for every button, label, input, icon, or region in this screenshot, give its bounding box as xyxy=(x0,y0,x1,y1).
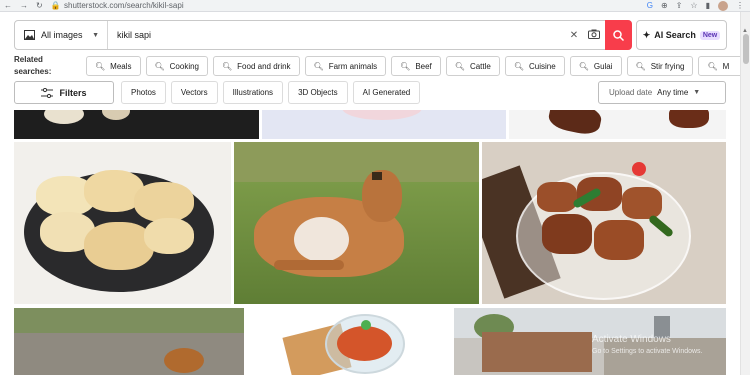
related-label-line2: searches: xyxy=(14,67,52,76)
ai-search-button[interactable]: ✦ AI Search New xyxy=(636,20,727,50)
sidebar-icon[interactable]: ▮ xyxy=(706,1,710,11)
ai-search-label: AI Search xyxy=(654,30,696,40)
tab-ai-generated[interactable]: AI Generated xyxy=(352,81,421,104)
tab-illustrations[interactable]: Illustrations xyxy=(222,81,284,104)
chip-label: Food and drink xyxy=(237,61,291,71)
upload-date-label: Upload date xyxy=(609,88,653,97)
image-type-label: All images xyxy=(41,30,83,40)
address-bar[interactable]: shutterstock.com/search/kikil-sapi xyxy=(64,0,184,12)
result-image[interactable] xyxy=(262,110,506,139)
search-button[interactable] xyxy=(605,20,632,50)
zoom-icon[interactable]: ⊕ xyxy=(661,1,668,11)
related-chip[interactable]: 🔍︎ Cooking xyxy=(145,56,209,76)
upload-date-value: Any time xyxy=(657,88,689,97)
result-image[interactable] xyxy=(14,142,231,304)
search-icon: 🔍︎ xyxy=(454,61,465,71)
lock-icon: 🔒 xyxy=(50,1,61,10)
related-chip[interactable]: 🔍︎ Meals xyxy=(86,56,141,76)
chip-label: M xyxy=(722,61,730,71)
filters-label: Filters xyxy=(59,87,87,98)
related-chip[interactable]: 🔍︎ Beef xyxy=(391,56,441,76)
watermark-subtitle: Go to Settings to activate Windows. xyxy=(592,348,703,355)
search-icon: 🔍︎ xyxy=(222,61,233,71)
forward-icon[interactable]: → xyxy=(20,0,28,12)
tab-vectors[interactable]: Vectors xyxy=(170,81,218,104)
chevron-down-icon: ▼ xyxy=(92,31,99,39)
profile-avatar[interactable] xyxy=(718,1,728,11)
chip-label: Cooking xyxy=(169,61,200,71)
search-icon: 🔍︎ xyxy=(513,61,524,71)
menu-icon[interactable]: ⋮ xyxy=(736,1,744,11)
image-icon xyxy=(24,30,35,40)
result-image[interactable] xyxy=(247,308,451,375)
related-chip[interactable]: 🔍︎ Cuisine xyxy=(504,56,565,76)
page-scrollbar[interactable]: ▲ xyxy=(740,12,750,375)
search-icon: 🔍︎ xyxy=(635,61,646,71)
chip-label: Meals xyxy=(110,61,132,71)
back-icon[interactable]: ← xyxy=(4,0,12,12)
bookmark-star-icon[interactable]: ☆ xyxy=(690,1,697,11)
related-chip[interactable]: 🔍︎ Food and drink xyxy=(213,56,300,76)
activate-windows-watermark: Activate Windows Go to Settings to activ… xyxy=(592,334,703,358)
related-chip[interactable]: 🔍︎ Gulai xyxy=(569,56,622,76)
media-type-tabs: Photos Vectors Illustrations 3D Objects … xyxy=(121,81,421,104)
reload-icon[interactable]: ↻ xyxy=(36,0,43,12)
search-icon: 🔍︎ xyxy=(313,61,324,71)
result-image[interactable] xyxy=(234,142,479,304)
browser-nav: ← → ↻ 🔒 xyxy=(4,0,61,12)
search-icon: 🔍︎ xyxy=(154,61,165,71)
search-icon: 🔍︎ xyxy=(95,61,106,71)
chip-label: Beef xyxy=(415,61,432,71)
related-chip[interactable]: 🔍︎ Farm animals xyxy=(304,56,387,76)
image-type-select[interactable]: All images ▼ xyxy=(15,21,108,49)
result-image[interactable] xyxy=(14,110,259,139)
related-searches-label: Related searches: xyxy=(14,54,74,78)
google-icon[interactable]: G xyxy=(647,1,653,11)
related-chip[interactable]: 🔍︎ Stir frying xyxy=(626,56,694,76)
search-icon xyxy=(613,29,624,41)
sparkle-icon: ✦ xyxy=(642,29,651,40)
related-label-line1: Related xyxy=(14,55,43,64)
chip-label: Farm animals xyxy=(328,61,378,71)
chevron-down-icon: ▼ xyxy=(693,89,701,96)
related-chip[interactable]: 🔍︎ M xyxy=(698,56,744,76)
result-image[interactable] xyxy=(482,142,726,304)
chip-label: Stir frying xyxy=(650,61,685,71)
scroll-thumb[interactable] xyxy=(743,34,749,64)
chip-label: Cuisine xyxy=(529,61,556,71)
tab-photos[interactable]: Photos xyxy=(121,81,166,104)
chip-label: Cattle xyxy=(469,61,491,71)
search-bar: All images ▼ kikil sapi ✕ xyxy=(14,20,632,50)
upload-date-select[interactable]: Upload date Any time ▼ xyxy=(598,81,726,104)
chip-label: Gulai xyxy=(593,61,613,71)
share-icon[interactable]: ⇪ xyxy=(676,1,683,11)
search-input[interactable]: kikil sapi xyxy=(108,30,565,40)
related-chip[interactable]: 🔍︎ Cattle xyxy=(445,56,500,76)
sliders-icon xyxy=(41,87,54,98)
browser-toolbar: ← → ↻ 🔒 shutterstock.com/search/kikil-sa… xyxy=(0,0,750,12)
search-icon: 🔍︎ xyxy=(578,61,589,71)
related-chips: 🔍︎ Meals 🔍︎ Cooking 🔍︎ Food and drink 🔍︎ Far… xyxy=(86,56,744,76)
new-badge: New xyxy=(699,30,721,40)
search-icon: 🔍︎ xyxy=(400,61,411,71)
tab-3d-objects[interactable]: 3D Objects xyxy=(288,81,348,104)
camera-search-icon[interactable] xyxy=(583,29,605,42)
clear-icon[interactable]: ✕ xyxy=(565,30,583,41)
filters-button[interactable]: Filters xyxy=(14,81,114,104)
result-image[interactable] xyxy=(14,308,244,375)
result-image[interactable] xyxy=(509,110,726,139)
watermark-title: Activate Windows xyxy=(592,334,671,345)
search-icon: 🔍︎ xyxy=(707,61,718,71)
